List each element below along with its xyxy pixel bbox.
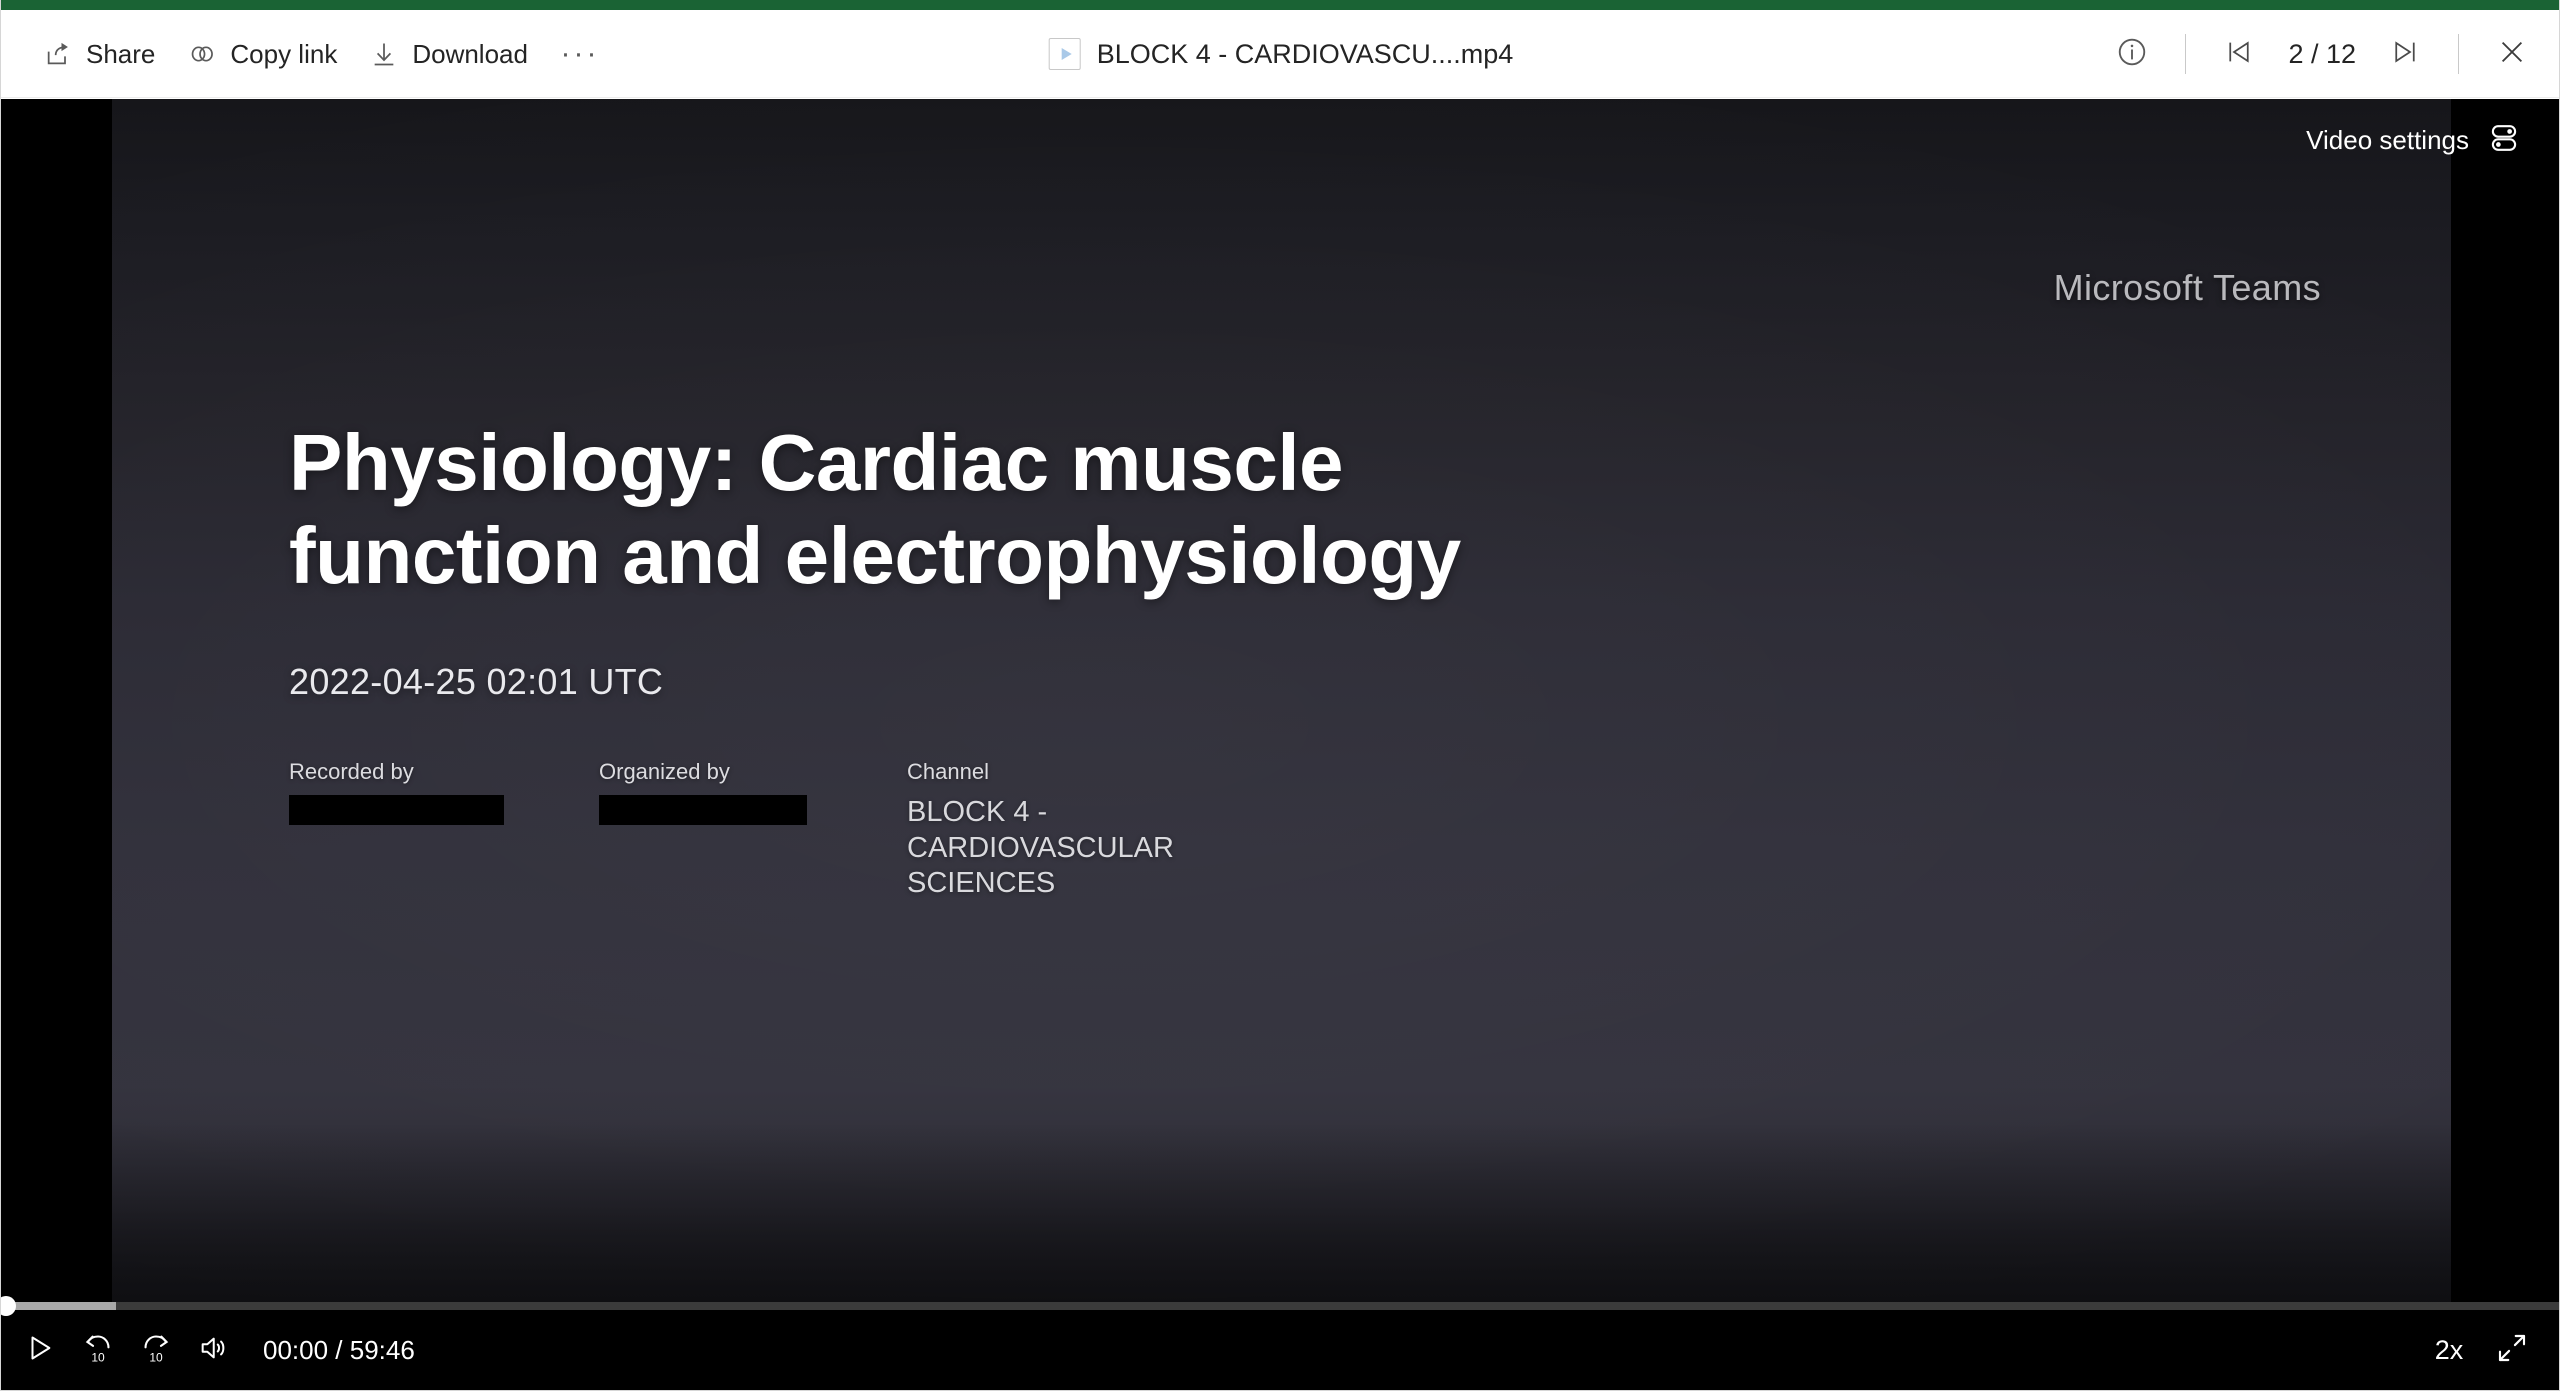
metadata-value bbox=[599, 795, 907, 835]
metadata-label: Organized by bbox=[599, 759, 730, 784]
volume-icon bbox=[198, 1332, 230, 1369]
forward-10-button[interactable]: 10 bbox=[127, 1321, 185, 1379]
redacted-name-bar bbox=[289, 795, 504, 825]
close-icon bbox=[2497, 37, 2527, 72]
video-settings-button[interactable]: Video settings bbox=[2292, 111, 2535, 170]
previous-item-icon bbox=[2224, 37, 2254, 72]
play-icon bbox=[25, 1333, 55, 1368]
command-bar: Share Copy link Download ··· BLOCK 4 - C… bbox=[1, 10, 2559, 98]
download-button[interactable]: Download bbox=[353, 25, 544, 83]
metadata-label: Channel bbox=[907, 759, 989, 784]
share-icon bbox=[43, 39, 73, 69]
fullscreen-expand-icon bbox=[2496, 1332, 2528, 1369]
copy-link-button-label: Copy link bbox=[230, 38, 338, 69]
previous-item-button[interactable] bbox=[2208, 23, 2270, 85]
metadata-value bbox=[289, 795, 599, 835]
slide-metadata: Recorded by Organized by Channel BLOCK 4… bbox=[289, 759, 1227, 902]
metadata-label: Recorded by bbox=[289, 759, 414, 784]
player-right-controls: 2x bbox=[2421, 1310, 2541, 1390]
metadata-value: BLOCK 4 - CARDIOVASCULAR SCIENCES bbox=[907, 796, 1174, 900]
next-item-button[interactable] bbox=[2374, 23, 2436, 85]
metadata-channel: Channel BLOCK 4 - CARDIOVASCULAR SCIENCE… bbox=[907, 759, 1227, 902]
file-title-group: BLOCK 4 - CARDIOVASCU....mp4 bbox=[1048, 10, 1514, 98]
divider bbox=[2185, 34, 2187, 74]
copy-link-icon bbox=[187, 39, 217, 69]
close-button[interactable] bbox=[2481, 23, 2543, 85]
playback-speed-button[interactable]: 2x bbox=[2421, 1322, 2477, 1378]
share-button-label: Share bbox=[86, 38, 156, 69]
video-frame[interactable]: Microsoft Teams Physiology: Cardiac musc… bbox=[112, 99, 2451, 1303]
info-button[interactable] bbox=[2101, 23, 2163, 85]
video-file-icon bbox=[1048, 38, 1081, 70]
progress-buffered bbox=[1, 1302, 116, 1310]
rewind-10-icon: 10 bbox=[81, 1331, 115, 1370]
svg-text:10: 10 bbox=[91, 1350, 105, 1364]
slide-title: Physiology: Cardiac muscle function and … bbox=[289, 418, 1461, 600]
page-counter: 2 / 12 bbox=[2288, 38, 2356, 69]
command-bar-right-controls: 2 / 12 bbox=[2101, 10, 2543, 98]
info-icon bbox=[2116, 36, 2148, 73]
video-settings-toggles-icon bbox=[2487, 121, 2521, 160]
command-bar-actions: Share Copy link Download ··· bbox=[27, 10, 608, 98]
top-accent-bar bbox=[1, 0, 2559, 10]
share-button[interactable]: Share bbox=[27, 25, 171, 83]
file-name-label: BLOCK 4 - CARDIOVASCU....mp4 bbox=[1096, 38, 1514, 69]
player-control-bar: 10 10 00:00 / 59:46 2x bbox=[1, 1296, 2559, 1390]
metadata-recorded-by: Recorded by bbox=[289, 759, 599, 902]
fullscreen-button[interactable] bbox=[2483, 1321, 2541, 1379]
slide-date: 2022-04-25 02:01 UTC bbox=[289, 661, 664, 702]
more-options-button[interactable]: ··· bbox=[552, 25, 608, 83]
copy-link-button[interactable]: Copy link bbox=[171, 25, 353, 83]
rewind-10-button[interactable]: 10 bbox=[69, 1321, 127, 1379]
play-button[interactable] bbox=[11, 1321, 69, 1379]
video-stage[interactable]: Microsoft Teams Physiology: Cardiac musc… bbox=[1, 99, 2559, 1303]
download-button-label: Download bbox=[412, 38, 528, 69]
forward-10-icon: 10 bbox=[139, 1331, 173, 1370]
video-player-window: Share Copy link Download ··· BLOCK 4 - C… bbox=[0, 0, 2560, 1391]
download-icon bbox=[369, 39, 399, 69]
metadata-organized-by: Organized by bbox=[599, 759, 907, 902]
progress-scrubber[interactable] bbox=[1, 1296, 2559, 1316]
time-display: 00:00 / 59:46 bbox=[263, 1334, 415, 1365]
player-left-controls: 10 10 00:00 / 59:46 bbox=[11, 1310, 415, 1390]
slide-content: Physiology: Cardiac muscle function and … bbox=[289, 99, 2371, 1303]
svg-text:10: 10 bbox=[149, 1350, 163, 1364]
video-settings-label: Video settings bbox=[2306, 125, 2469, 155]
volume-button[interactable] bbox=[185, 1321, 243, 1379]
divider bbox=[2458, 34, 2459, 74]
next-item-icon bbox=[2390, 37, 2420, 72]
redacted-name-bar bbox=[599, 795, 807, 825]
